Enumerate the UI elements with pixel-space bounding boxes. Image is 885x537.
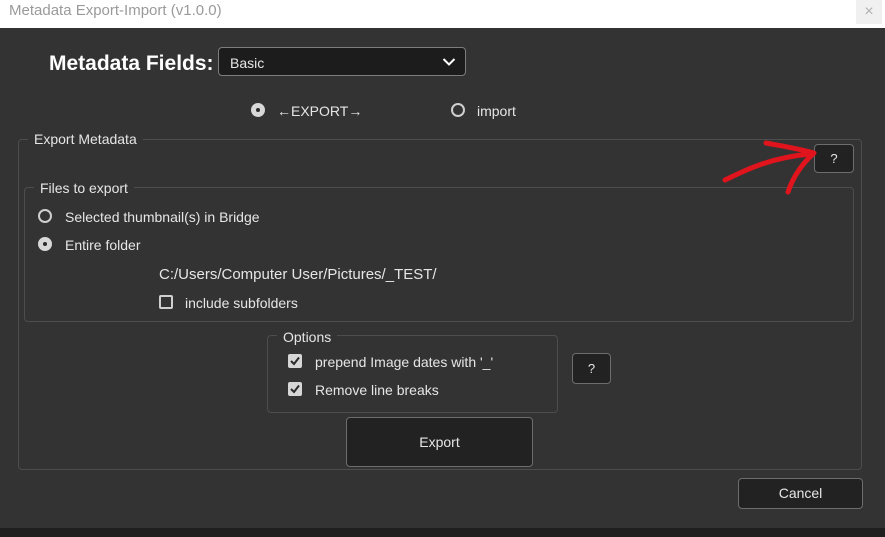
options-help-button[interactable]: ?	[572, 353, 611, 384]
export-mode-label[interactable]: ←EXPORT→	[277, 103, 362, 119]
metadata-fields-selected: Basic	[230, 55, 265, 71]
metadata-fields-label: Metadata Fields:	[49, 52, 214, 75]
selected-thumbnails-radio[interactable]	[38, 209, 52, 223]
remove-line-breaks-checkbox[interactable]	[288, 382, 302, 396]
include-subfolders-label[interactable]: include subfolders	[185, 295, 298, 311]
export-mode-radio[interactable]	[251, 103, 265, 117]
export-button[interactable]: Export	[346, 417, 533, 467]
chevron-down-icon	[442, 58, 456, 66]
prepend-dates-checkbox[interactable]	[288, 354, 302, 368]
import-mode-radio[interactable]	[451, 103, 465, 117]
include-subfolders-checkbox[interactable]	[159, 295, 173, 309]
metadata-fields-dropdown[interactable]: Basic	[218, 47, 466, 76]
import-mode-label[interactable]: import	[477, 103, 516, 119]
window-title: Metadata Export-Import (v1.0.0)	[9, 2, 222, 19]
prepend-dates-label[interactable]: prepend Image dates with '_'	[315, 354, 493, 370]
checkmark-icon	[290, 384, 300, 394]
arrow-annotation-icon	[722, 140, 817, 195]
folder-path: C:/Users/Computer User/Pictures/_TEST/	[159, 266, 437, 283]
options-panel	[267, 335, 558, 413]
files-to-export-panel	[24, 187, 854, 322]
options-title: Options	[277, 329, 338, 345]
title-bar: Metadata Export-Import (v1.0.0) ×	[0, 0, 885, 28]
window-close-button[interactable]: ×	[856, 0, 882, 24]
checkmark-icon	[290, 356, 300, 366]
entire-folder-label[interactable]: Entire folder	[65, 237, 140, 253]
cancel-button[interactable]: Cancel	[738, 478, 863, 509]
files-to-export-title: Files to export	[34, 180, 134, 196]
selected-thumbnails-label[interactable]: Selected thumbnail(s) in Bridge	[65, 209, 260, 225]
bottom-edge	[0, 528, 885, 537]
entire-folder-radio[interactable]	[38, 237, 52, 251]
export-metadata-title: Export Metadata	[28, 131, 143, 147]
remove-line-breaks-label[interactable]: Remove line breaks	[315, 382, 439, 398]
